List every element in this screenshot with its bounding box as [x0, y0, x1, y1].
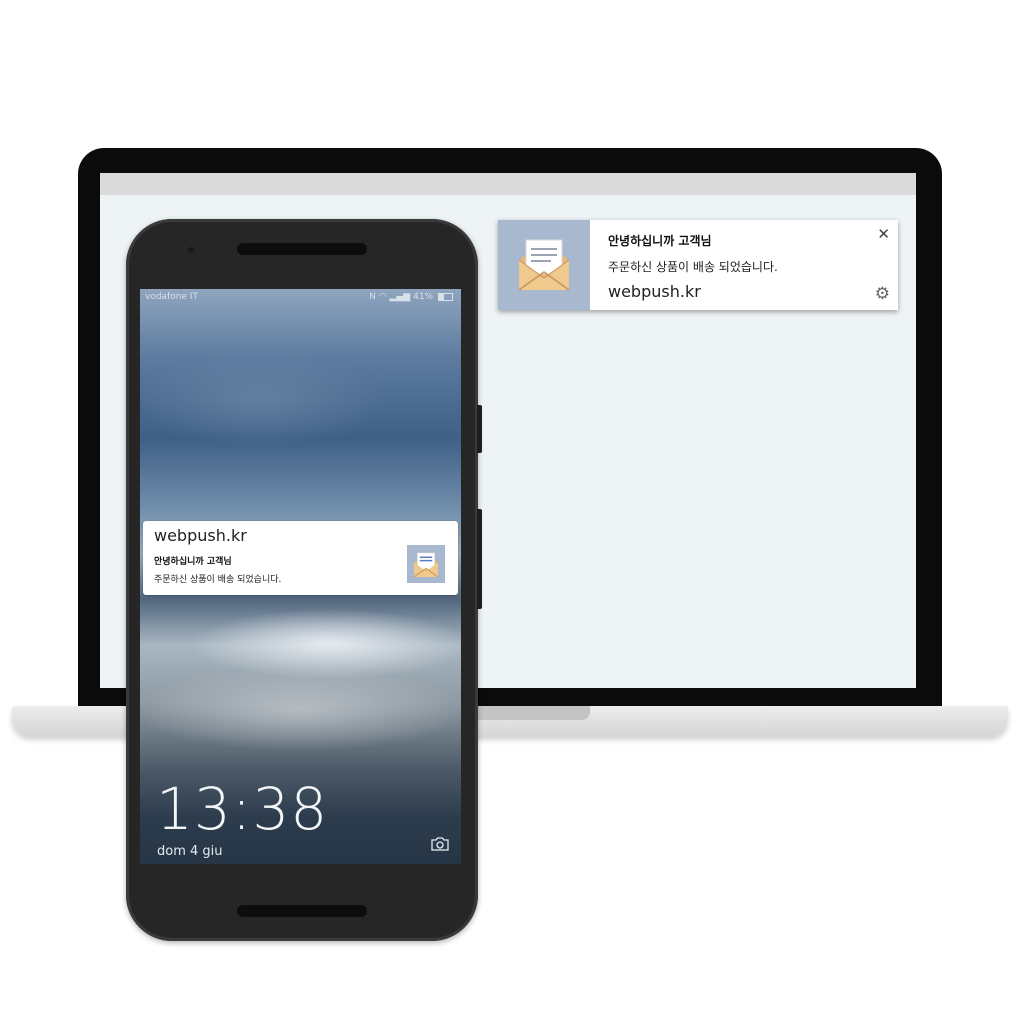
gear-icon[interactable]: ⚙ [875, 284, 890, 304]
carrier-label: vodafone IT [145, 292, 198, 302]
lockscreen-clock: 13:38 [156, 775, 329, 843]
phone-push-notification[interactable]: webpush.kr 안녕하십니까 고객님 주문하신 상품이 배송 되었습니다. [143, 521, 458, 595]
battery-icon [438, 292, 453, 301]
browser-toolbar [100, 173, 916, 195]
notification-body: 주문하신 상품이 배송 되었습니다. [608, 260, 778, 274]
signal-icon: ▂▄▆ [389, 292, 411, 302]
camera-icon[interactable] [431, 837, 449, 851]
notification-site: webpush.kr [154, 526, 247, 545]
lockscreen-date: dom 4 giu [157, 844, 223, 859]
notification-title: 안녕하십니까 고객님 [608, 234, 712, 248]
status-bar: vodafone IT N ◠ ▂▄▆ 41% [140, 289, 461, 307]
front-camera [188, 247, 194, 253]
volume-button[interactable] [477, 509, 482, 609]
lock-screen: vodafone IT N ◠ ▂▄▆ 41% webpush.kr 안녕하십니… [140, 289, 461, 864]
nfc-icon: N [369, 292, 376, 302]
envelope-icon [518, 239, 570, 291]
close-icon[interactable]: ✕ [877, 225, 890, 243]
smartphone: vodafone IT N ◠ ▂▄▆ 41% webpush.kr 안녕하십니… [126, 219, 482, 941]
desktop-push-notification[interactable]: 안녕하십니까 고객님 주문하신 상품이 배송 되었습니다. webpush.kr… [498, 220, 898, 310]
notification-body: 주문하신 상품이 배송 되었습니다. [154, 575, 282, 585]
bottom-speaker [237, 905, 367, 917]
status-icons: N ◠ ▂▄▆ 41% [369, 292, 453, 302]
power-button[interactable] [477, 405, 482, 453]
earpiece-speaker [237, 243, 367, 255]
notification-site: webpush.kr [608, 282, 701, 301]
envelope-icon [413, 552, 439, 577]
battery-percentage: 41% [413, 292, 434, 302]
battery-level [439, 293, 445, 300]
notification-icon-pane [407, 545, 445, 583]
notification-title: 안녕하십니까 고객님 [154, 557, 232, 567]
notification-icon-pane [498, 220, 590, 310]
wifi-icon: ◠ [378, 292, 387, 302]
